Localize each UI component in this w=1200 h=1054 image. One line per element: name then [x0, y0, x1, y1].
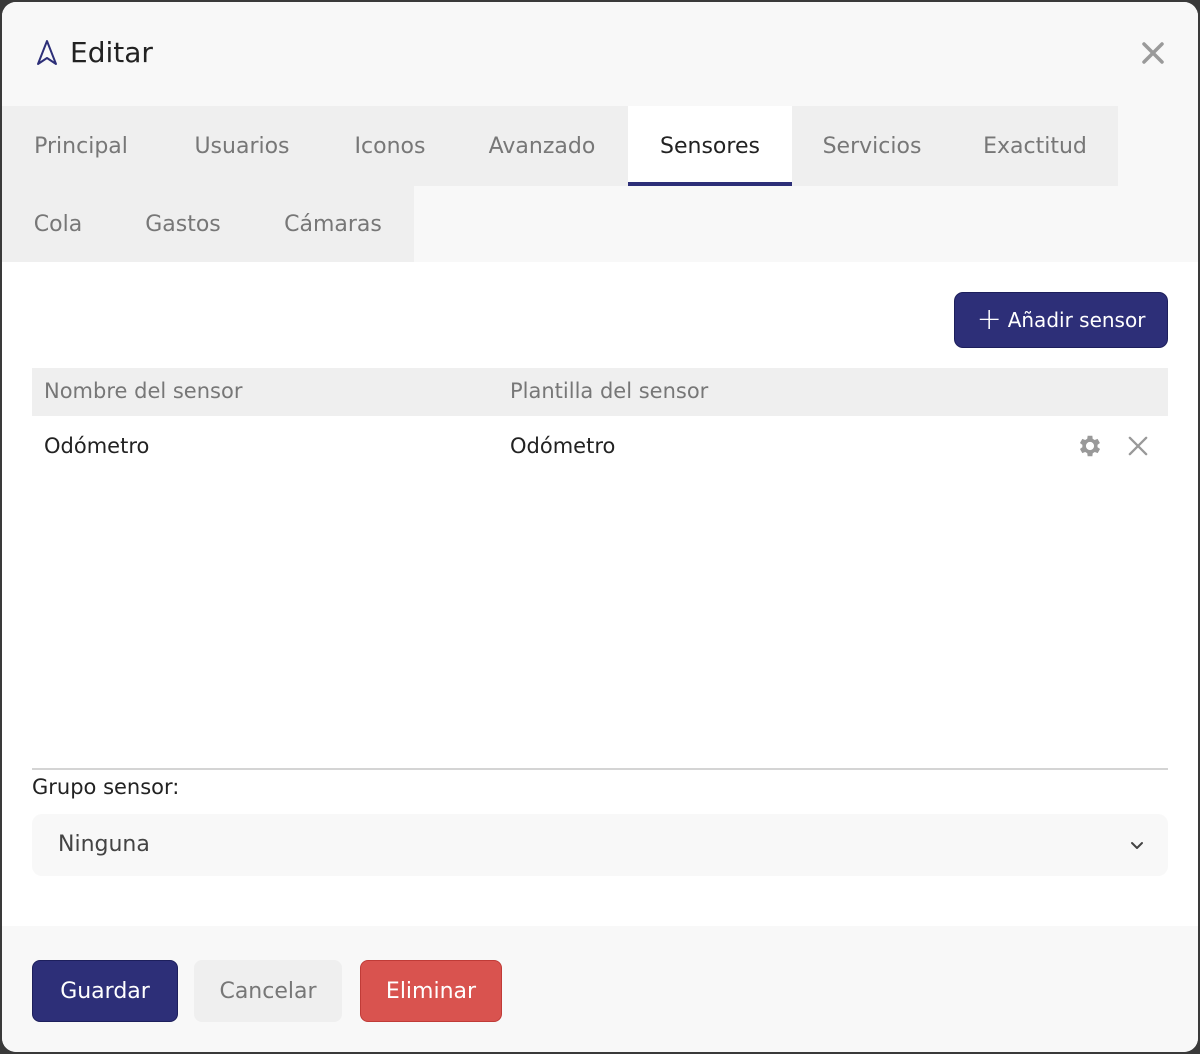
- gear-icon[interactable]: [1076, 432, 1104, 460]
- modal-header: Editar: [2, 2, 1198, 106]
- table-row: Odómetro Odómetro: [32, 418, 1168, 476]
- tab-label: Servicios: [822, 133, 922, 159]
- tab-sensores[interactable]: Sensores: [628, 106, 792, 186]
- cancel-button[interactable]: Cancelar: [194, 960, 342, 1022]
- modal-title: Editar: [70, 36, 153, 69]
- sensor-group-value: Ninguna: [58, 832, 150, 857]
- tab-label: Iconos: [354, 133, 426, 159]
- tab-usuarios[interactable]: Usuarios: [160, 106, 324, 186]
- sensor-group-label: Grupo sensor:: [32, 775, 180, 799]
- tab-cola[interactable]: Cola: [2, 186, 114, 262]
- modal-footer: Guardar Cancelar Eliminar: [2, 926, 1198, 1052]
- tab-bar: Principal Usuarios Iconos Avanzado Senso…: [2, 106, 1198, 262]
- tab-label: Usuarios: [194, 133, 290, 159]
- close-icon[interactable]: [1124, 432, 1152, 460]
- close-icon: [1142, 42, 1164, 64]
- modal-title-wrap: Editar: [36, 36, 153, 69]
- sensor-group-select[interactable]: Ninguna: [32, 814, 1168, 876]
- sensor-name: Odómetro: [44, 434, 150, 458]
- tab-label: Avanzado: [488, 133, 596, 159]
- tab-iconos[interactable]: Iconos: [324, 106, 456, 186]
- column-header-template: Plantilla del sensor: [510, 379, 709, 403]
- delete-button[interactable]: Eliminar: [360, 960, 502, 1022]
- sensor-table-header: Nombre del sensor Plantilla del sensor: [32, 368, 1168, 416]
- modal-close-button[interactable]: [1138, 38, 1168, 68]
- tab-gastos[interactable]: Gastos: [114, 186, 252, 262]
- tab-servicios[interactable]: Servicios: [792, 106, 952, 186]
- add-sensor-label: Añadir sensor: [1007, 308, 1146, 332]
- chevron-down-icon: [1131, 842, 1143, 849]
- tab-label: Exactitud: [983, 133, 1087, 159]
- tab-label: Cámaras: [284, 211, 382, 237]
- save-button[interactable]: Guardar: [32, 960, 178, 1022]
- section-divider: [32, 768, 1168, 770]
- tab-avanzado[interactable]: Avanzado: [456, 106, 628, 186]
- column-header-name: Nombre del sensor: [44, 379, 243, 403]
- tab-label: Cola: [33, 211, 83, 237]
- navigation-arrow-icon: [37, 39, 57, 65]
- edit-modal: Editar Principal Usuarios Iconos Avanzad…: [2, 2, 1198, 1052]
- tab-label: Gastos: [145, 211, 221, 237]
- tab-principal[interactable]: Principal: [2, 106, 160, 186]
- add-sensor-button[interactable]: + Añadir sensor: [954, 292, 1168, 348]
- tab-label: Principal: [34, 133, 128, 159]
- tab-exactitud[interactable]: Exactitud: [952, 106, 1118, 186]
- tab-camaras[interactable]: Cámaras: [252, 186, 414, 262]
- plus-icon: +: [976, 302, 1002, 337]
- sensor-template: Odómetro: [510, 434, 616, 458]
- tab-label: Sensores: [660, 133, 760, 159]
